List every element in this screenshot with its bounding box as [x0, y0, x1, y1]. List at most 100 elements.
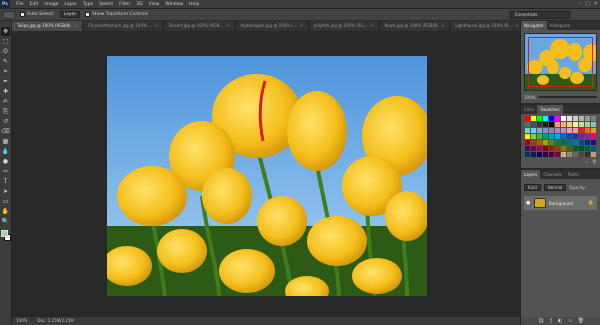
navigator-zoom-value[interactable]: 100%	[524, 95, 535, 100]
blur-tool-icon[interactable]: 💧	[1, 147, 10, 156]
tab-swatches[interactable]: Swatches	[537, 105, 563, 114]
dodge-tool-icon[interactable]: ●	[1, 157, 10, 166]
color-swatch[interactable]	[537, 116, 542, 121]
color-swatch[interactable]	[561, 134, 566, 139]
stamp-tool-icon[interactable]: ⎘	[1, 107, 10, 116]
tab-navigator[interactable]: Navigator	[521, 21, 547, 30]
color-swatch[interactable]	[591, 122, 596, 127]
color-swatch[interactable]	[579, 140, 584, 145]
menu-select[interactable]: Select	[96, 0, 116, 9]
color-swatch[interactable]	[561, 146, 566, 151]
navigator-preview[interactable]	[524, 33, 597, 91]
zoom-tool-icon[interactable]: 🔍	[1, 217, 10, 226]
eyedropper-tool-icon[interactable]: ✒	[1, 77, 10, 86]
menu-view[interactable]: View	[146, 0, 163, 9]
maximize-icon[interactable]: □	[585, 0, 590, 9]
color-swatch[interactable]	[555, 128, 560, 133]
minimize-icon[interactable]: –	[579, 0, 582, 9]
color-swatch[interactable]	[525, 116, 530, 121]
canvas-area[interactable]	[12, 31, 520, 317]
navigator-view-box[interactable]	[528, 37, 593, 87]
color-swatch[interactable]	[573, 146, 578, 151]
color-swatch[interactable]	[537, 122, 542, 127]
color-swatch[interactable]	[579, 122, 584, 127]
auto-select-checkbox[interactable]	[20, 12, 25, 17]
color-swatch[interactable]	[543, 134, 548, 139]
color-swatch[interactable]	[561, 116, 566, 121]
navigator-zoom-slider[interactable]	[538, 96, 597, 98]
color-swatch[interactable]	[573, 140, 578, 145]
color-swatch[interactable]	[531, 128, 536, 133]
delete-swatch-icon[interactable]: 🗑	[592, 159, 597, 166]
document-tab[interactable]: Jellyfish.jpg @ 100% (RG... ×	[309, 21, 380, 31]
blend-mode-dropdown[interactable]: Normal	[543, 183, 567, 191]
layer-row[interactable]: ● Background 🔒	[524, 196, 597, 210]
color-swatch[interactable]	[543, 122, 548, 127]
color-swatch[interactable]	[543, 128, 548, 133]
gradient-tool-icon[interactable]: ▦	[1, 137, 10, 146]
color-swatch[interactable]	[591, 152, 596, 157]
menu-type[interactable]: Type	[80, 0, 96, 9]
color-swatch[interactable]	[567, 116, 572, 121]
tab-channels[interactable]: Channels	[540, 170, 565, 179]
color-swatch[interactable]	[525, 122, 530, 127]
color-swatch[interactable]	[585, 128, 590, 133]
color-swatch[interactable]	[549, 128, 554, 133]
document-tab[interactable]: Koala.jpg @ 100% (RGB/8) ×	[379, 21, 451, 31]
close-icon[interactable]: ×	[370, 21, 373, 31]
document-tab[interactable]: Hydrangeas.jpg @ 100% (... ×	[235, 21, 310, 31]
crop-tool-icon[interactable]: ⌗	[1, 67, 10, 76]
color-swatch[interactable]	[555, 152, 560, 157]
color-swatch[interactable]	[573, 152, 578, 157]
new-swatch-icon[interactable]: ▫	[585, 159, 588, 166]
tab-histogram[interactable]: Histogram	[547, 21, 574, 30]
color-swatch[interactable]	[585, 116, 590, 121]
lasso-tool-icon[interactable]: ʘ	[1, 47, 10, 56]
color-swatch[interactable]	[537, 140, 542, 145]
color-swatch[interactable]	[567, 122, 572, 127]
eraser-tool-icon[interactable]: ⌫	[1, 127, 10, 136]
fx-icon[interactable]: ƒ	[550, 317, 552, 325]
auto-select-option[interactable]: Auto-Select:	[20, 12, 55, 17]
menu-layer[interactable]: Layer	[61, 0, 80, 9]
eye-icon[interactable]: ●	[526, 200, 531, 206]
color-swatch[interactable]	[531, 152, 536, 157]
menu-filter[interactable]: Filter	[116, 0, 133, 9]
close-icon[interactable]: ×	[441, 21, 444, 31]
mask-icon[interactable]: ◐	[558, 317, 562, 325]
menu-3d[interactable]: 3D	[133, 0, 145, 9]
color-swatch[interactable]	[567, 134, 572, 139]
tab-paths[interactable]: Paths	[565, 170, 582, 179]
color-swatch[interactable]	[561, 122, 566, 127]
color-swatch[interactable]	[531, 140, 536, 145]
document-tab[interactable]: Desert.jpg @ 100% (RGB... ×	[164, 21, 236, 31]
color-swatch[interactable]	[591, 116, 596, 121]
tab-layers[interactable]: Layers	[521, 170, 541, 179]
type-tool-icon[interactable]: T	[1, 177, 10, 186]
color-swatch[interactable]	[579, 134, 584, 139]
brush-tool-icon[interactable]: ✍	[1, 97, 10, 106]
move-tool-icon[interactable]: ✥	[1, 27, 10, 36]
color-swatch[interactable]	[567, 152, 572, 157]
tool-preset-picker[interactable]	[3, 10, 15, 19]
color-swatch[interactable]	[531, 116, 536, 121]
color-swatch[interactable]	[543, 140, 548, 145]
link-layers-icon[interactable]: ⛓	[538, 317, 544, 325]
healing-tool-icon[interactable]: ✚	[1, 87, 10, 96]
foreground-color[interactable]	[0, 230, 8, 237]
history-brush-tool-icon[interactable]: ↺	[1, 117, 10, 126]
color-swatch[interactable]	[579, 146, 584, 151]
color-swatch[interactable]	[525, 152, 530, 157]
doc-size[interactable]: Doc: 2.25M/2.25M	[37, 317, 73, 325]
color-swatch[interactable]	[573, 116, 578, 121]
menu-file[interactable]: File	[13, 0, 27, 9]
quick-select-tool-icon[interactable]: ✎	[1, 57, 10, 66]
color-swatch[interactable]	[531, 134, 536, 139]
color-swatch[interactable]	[591, 146, 596, 151]
color-swatch[interactable]	[537, 146, 542, 151]
color-swatch[interactable]	[537, 152, 542, 157]
new-layer-icon[interactable]: ▫	[568, 317, 571, 325]
color-swatch[interactable]	[543, 152, 548, 157]
color-swatch[interactable]	[585, 152, 590, 157]
close-icon[interactable]: ×	[155, 21, 158, 31]
